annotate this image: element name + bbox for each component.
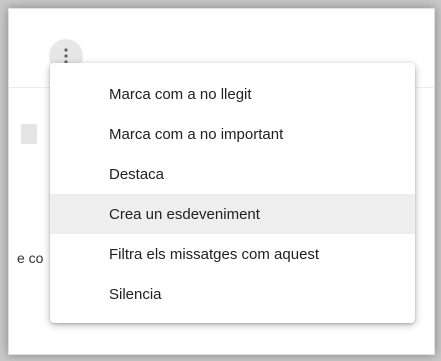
menu-item-label: Marca com a no important (109, 125, 284, 143)
background-partial-text: e co (17, 250, 44, 266)
menu-item-mark-unread[interactable]: Marca com a no llegit (50, 74, 415, 114)
menu-item-star[interactable]: Destaca (50, 154, 415, 194)
menu-item-filter-similar[interactable]: Filtra els missatges com aquest (50, 234, 415, 274)
menu-item-mark-not-important[interactable]: Marca com a no important (50, 114, 415, 154)
menu-item-label: Destaca (109, 165, 165, 183)
menu-item-mute[interactable]: Silencia (50, 274, 415, 314)
menu-item-create-event[interactable]: Crea un esdeveniment (50, 194, 415, 234)
more-options-menu: Marca com a no llegit Marca com a no imp… (50, 63, 415, 323)
menu-item-label: Marca com a no llegit (109, 85, 252, 103)
menu-item-label: Filtra els missatges com aquest (109, 245, 320, 263)
menu-item-label: Crea un esdeveniment (109, 205, 260, 223)
background-chip (21, 124, 37, 144)
menu-item-label: Silencia (109, 285, 162, 303)
more-vert-icon (64, 48, 68, 64)
